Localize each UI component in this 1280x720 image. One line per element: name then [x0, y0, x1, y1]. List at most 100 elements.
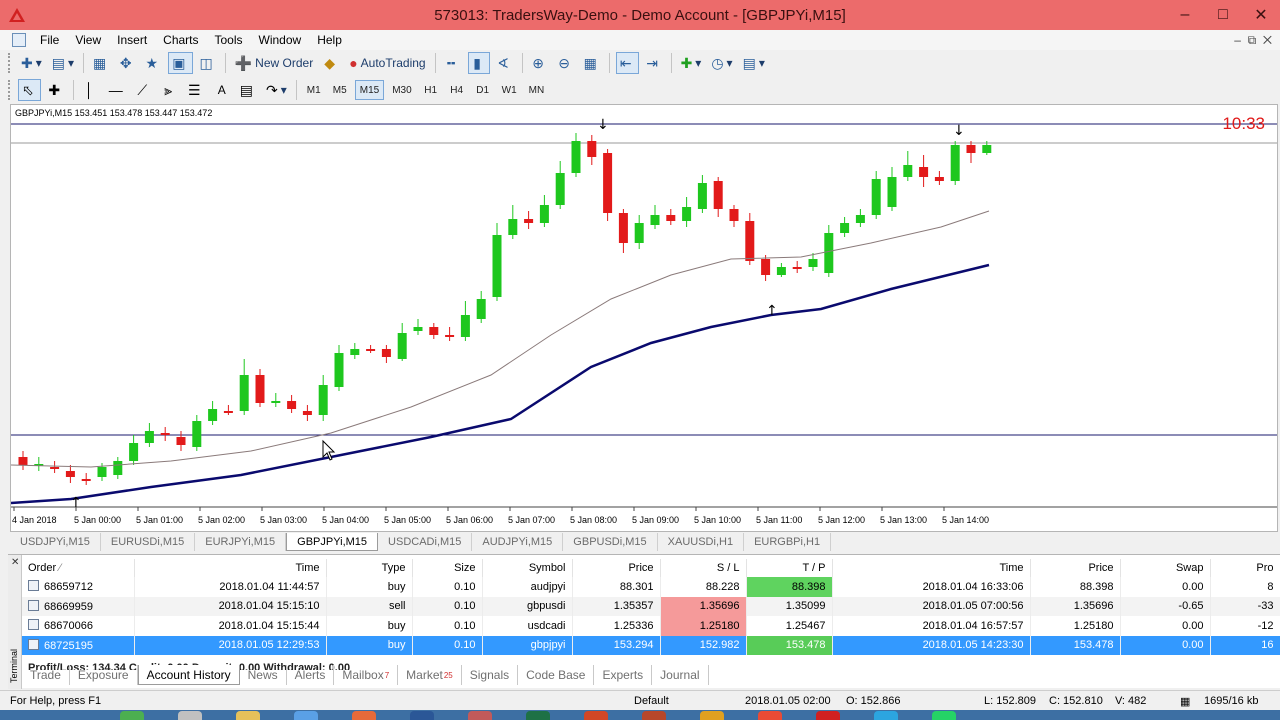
crosshair-button[interactable]: ✚ [45, 79, 67, 101]
new-order-button[interactable]: ➕ New Order [232, 52, 316, 74]
tab-signals[interactable]: Signals [462, 665, 519, 685]
col-swap[interactable]: Swap [1120, 559, 1211, 577]
bar-chart-button[interactable]: ╍ [442, 52, 464, 74]
label-button[interactable]: ▤ [237, 79, 259, 101]
timeframe-m30[interactable]: M30 [388, 80, 415, 100]
taskbar-app-icon[interactable] [294, 711, 318, 720]
menu-window[interactable]: Window [251, 33, 310, 47]
new-chart-button[interactable]: ✚ ▾ [18, 52, 45, 74]
autotrading-button[interactable]: ● AutoTrading [346, 52, 428, 74]
chart-tab-xauusdi[interactable]: XAUUSDi,H1 [658, 533, 745, 551]
timeframe-mn[interactable]: MN [525, 80, 549, 100]
profiles-button[interactable]: ▤ ▾ [49, 52, 77, 74]
timeframe-d1[interactable]: D1 [472, 80, 494, 100]
minimize-button[interactable]: – [1166, 0, 1204, 30]
chart-window[interactable]: ↓ ↓ ↑ ↑ 4 Jan 2018 5 Jan 00:00 5 Jan 01:00 5 Ja… [10, 104, 1278, 532]
chart-shift-button[interactable]: ⇥ [643, 52, 665, 74]
taskbar-app-icon[interactable] [410, 711, 434, 720]
col-type[interactable]: Type [326, 559, 413, 577]
chart-tab-usdcadi[interactable]: USDCADi,M15 [378, 533, 473, 551]
tab-alerts[interactable]: Alerts [287, 665, 335, 685]
taskbar-app-icon[interactable] [120, 711, 144, 720]
close-button[interactable]: ✕ [1242, 0, 1280, 30]
tab-news[interactable]: News [240, 665, 287, 685]
text-button[interactable]: A [211, 79, 233, 101]
candlestick-button[interactable]: ▮ [467, 52, 490, 74]
chart-tab-eurjpyi[interactable]: EURJPYi,M15 [195, 533, 287, 551]
col-close-time[interactable]: Time [832, 559, 1031, 577]
table-row[interactable]: 68659712 2018.01.04 11:44:57 buy 0.10 audj… [22, 577, 1280, 597]
timeframe-m15[interactable]: M15 [354, 80, 385, 100]
taskbar-app-icon[interactable] [178, 711, 202, 720]
col-sl[interactable]: S / L [660, 559, 747, 577]
indicators-button[interactable]: ✚ ▾ [678, 52, 705, 74]
taskbar-app-icon[interactable] [236, 711, 260, 720]
metaeditor-button[interactable]: ◆ [320, 52, 342, 74]
tab-code-base[interactable]: Code Base [518, 665, 595, 685]
chart-tab-gbpjpyi[interactable]: GBPJPYi,M15 [286, 533, 379, 551]
taskbar-app-icon[interactable] [816, 711, 840, 720]
periods-button[interactable]: ◷ ▾ [708, 52, 735, 74]
menu-charts[interactable]: Charts [155, 33, 206, 47]
tab-market[interactable]: Market 25 [398, 665, 462, 685]
navigator-button[interactable]: ★ [142, 52, 164, 74]
menu-help[interactable]: Help [309, 33, 350, 47]
chart-tab-gbpusdi[interactable]: GBPUSDi,M15 [563, 533, 658, 551]
autoscroll-button[interactable]: ⇤ [615, 52, 639, 74]
line-chart-button[interactable]: ∢ [494, 52, 516, 74]
timeframe-m1[interactable]: M1 [303, 80, 325, 100]
document-icon[interactable] [12, 33, 26, 47]
timeframe-m5[interactable]: M5 [329, 80, 351, 100]
toolbar-grip-2[interactable] [8, 80, 12, 100]
tab-exposure[interactable]: Exposure [70, 665, 138, 685]
vertical-line-button[interactable]: │ [80, 79, 102, 101]
taskbar-app-icon[interactable] [932, 711, 956, 720]
table-row-selected[interactable]: 68725195 2018.01.05 12:29:53 buy 0.10 gbpj… [22, 635, 1280, 655]
taskbar-app-icon[interactable] [584, 711, 608, 720]
col-symbol[interactable]: Symbol [482, 559, 573, 577]
taskbar-app-icon[interactable] [352, 711, 376, 720]
templates-button[interactable]: ▤ ▾ [740, 52, 768, 74]
close-terminal-icon[interactable]: ✕ [11, 557, 19, 568]
channel-button[interactable]: ⫸ [159, 79, 181, 101]
chart-tab-audjpyi[interactable]: AUDJPYi,M15 [472, 533, 564, 551]
menu-tools[interactable]: Tools [207, 33, 251, 47]
toolbar-grip[interactable] [8, 53, 12, 73]
tab-account-history[interactable]: Account History [137, 665, 240, 685]
menu-file[interactable]: File [32, 33, 67, 47]
table-row[interactable]: 68670066 2018.01.04 15:15:44 buy 0.10 usdc… [22, 616, 1280, 636]
col-size[interactable]: Size [412, 559, 483, 577]
maximize-button[interactable]: □ [1204, 0, 1242, 30]
horizontal-line-button[interactable]: — [106, 79, 129, 101]
cursor-button[interactable]: ⬁ [18, 79, 41, 101]
taskbar-app-icon[interactable] [526, 711, 550, 720]
col-open-price[interactable]: Price [572, 559, 661, 577]
chart-tab-eurgbpi[interactable]: EURGBPi,H1 [744, 533, 832, 551]
timeframe-h1[interactable]: H1 [420, 80, 442, 100]
market-watch-button[interactable]: ▦ [90, 52, 112, 74]
chart-tab-eurusdi[interactable]: EURUSDi,M15 [101, 533, 196, 551]
trendline-button[interactable]: ⟋ [133, 79, 155, 101]
menu-insert[interactable]: Insert [109, 33, 155, 47]
table-row[interactable]: 68669959 2018.01.04 15:15:10 sell 0.10 gbp… [22, 596, 1280, 616]
arrows-button[interactable]: ↷ ▾ [263, 79, 290, 101]
tile-windows-button[interactable]: ▦ [581, 52, 603, 74]
taskbar-app-icon[interactable] [874, 711, 898, 720]
chart-tab-usdjpyi[interactable]: USDJPYi,M15 [10, 533, 101, 551]
col-tp[interactable]: T / P [746, 559, 833, 577]
candlestick-chart[interactable]: ↓ ↓↑↑4 Jan 2018 5 Jan 00:00 5 Jan 01:00 5 Ja… [11, 105, 1277, 531]
mdi-controls[interactable]: – ⧉ ✕ [1234, 33, 1272, 48]
taskbar-app-icon[interactable] [700, 711, 724, 720]
fibonacci-button[interactable]: ☰ [185, 79, 207, 101]
taskbar-app-icon[interactable] [468, 711, 492, 720]
col-order[interactable]: Order ⁄ [22, 559, 135, 577]
col-profit[interactable]: Pro [1210, 559, 1280, 577]
tab-journal[interactable]: Journal [652, 665, 709, 685]
col-open-time[interactable]: Time [134, 559, 327, 577]
zoom-out-button[interactable]: ⊖ [555, 52, 577, 74]
timeframe-h4[interactable]: H4 [446, 80, 468, 100]
terminal-button[interactable]: ▣ [168, 52, 193, 74]
taskbar-app-icon[interactable] [758, 711, 782, 720]
strategy-tester-button[interactable]: ◫ [197, 52, 219, 74]
col-close-price[interactable]: Price [1030, 559, 1121, 577]
